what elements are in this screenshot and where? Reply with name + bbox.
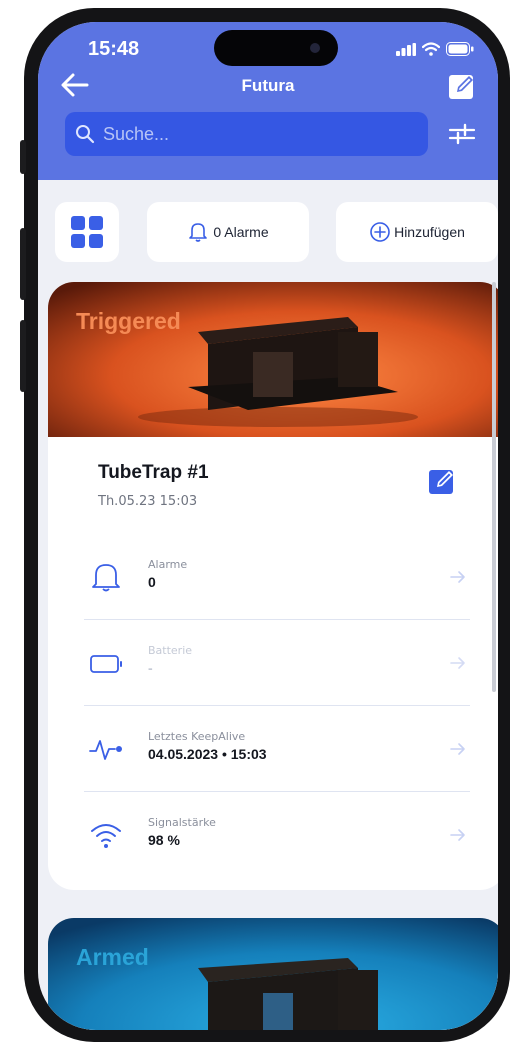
bell-icon	[189, 223, 208, 242]
row-value: 04.05.2023 • 15:03	[148, 746, 267, 762]
search-placeholder: Suche...	[103, 123, 170, 144]
filter-sliders-icon[interactable]	[448, 120, 476, 148]
plus-circle-icon	[370, 222, 390, 242]
device-image-armed	[48, 918, 498, 1030]
status-label: Armed	[76, 944, 149, 970]
volume-up-button	[20, 228, 26, 300]
row-label: Signalstärke	[148, 816, 216, 829]
row-value: 0	[148, 574, 156, 590]
row-label: Letztes KeepAlive	[148, 730, 246, 743]
edit-device-icon[interactable]	[428, 467, 456, 495]
alarms-button[interactable]: 0 Alarme	[147, 202, 309, 262]
device-date: Th.05.23 15:03	[98, 494, 198, 509]
wifi-status-icon	[422, 42, 440, 56]
add-device-label: Hinzufügen	[394, 224, 465, 240]
page-title: Futura	[241, 76, 295, 95]
alarms-button-label: 0 Alarme	[213, 224, 269, 240]
status-label: Triggered	[76, 308, 181, 334]
activity-icon	[89, 740, 122, 760]
battery-icon	[90, 655, 122, 673]
volume-down-button	[20, 320, 26, 392]
arrow-right-icon	[450, 743, 465, 755]
cellular-signal-icon	[396, 43, 416, 56]
row-label: Alarme	[148, 558, 188, 571]
arrow-right-icon	[450, 657, 465, 669]
device-card[interactable]: Armed	[48, 918, 498, 1030]
status-icons	[396, 42, 474, 56]
device-image-triggered	[48, 282, 498, 437]
status-time: 15:48	[88, 38, 140, 60]
row-alarms[interactable]: Alarme 0	[84, 534, 470, 620]
grid-icon	[71, 216, 103, 248]
app-header: 15:48 Futura Suche...	[38, 22, 498, 180]
bell-icon	[92, 564, 120, 592]
mute-switch	[20, 140, 26, 174]
battery-status-icon	[446, 42, 474, 56]
search-icon	[76, 125, 95, 144]
row-value: -	[148, 660, 153, 676]
arrow-right-icon	[450, 829, 465, 841]
row-value: 98 %	[148, 832, 180, 848]
row-battery[interactable]: Batterie -	[84, 620, 470, 706]
edit-icon[interactable]	[448, 72, 476, 100]
arrow-right-icon	[450, 571, 465, 583]
device-name: TubeTrap #1	[98, 462, 209, 483]
device-card[interactable]: Triggered TubeTrap #1 Th.05.23 15:03 Ala…	[48, 282, 498, 890]
search-input[interactable]: Suche...	[65, 112, 428, 156]
wifi-icon	[91, 824, 121, 848]
app-screen: 15:48 Futura Suche... 0 Alarme Hinzufüge…	[38, 22, 498, 1030]
scrollbar[interactable]	[492, 282, 496, 692]
row-label: Batterie	[148, 644, 193, 657]
grid-view-button[interactable]	[55, 202, 119, 262]
row-keepalive[interactable]: Letztes KeepAlive 04.05.2023 • 15:03	[84, 706, 470, 792]
add-device-button[interactable]: Hinzufügen	[336, 202, 498, 262]
row-signal[interactable]: Signalstärke 98 %	[84, 792, 470, 878]
dynamic-island	[214, 30, 338, 66]
